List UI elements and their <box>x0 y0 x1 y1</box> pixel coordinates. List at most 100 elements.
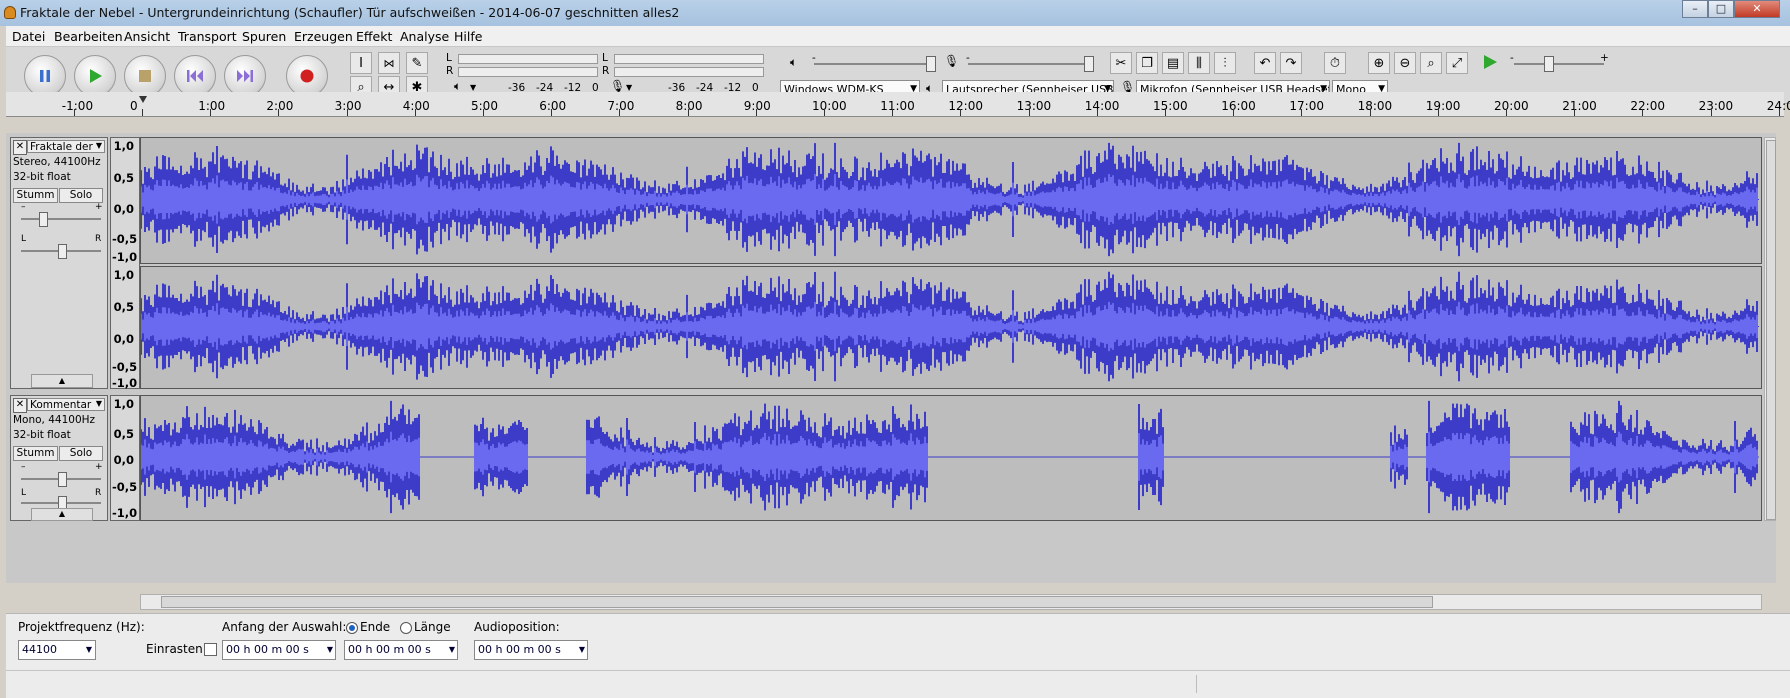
stop-button[interactable] <box>124 55 166 97</box>
timeline-tick-mark <box>687 109 689 116</box>
skip-start-button[interactable] <box>174 55 216 97</box>
menu-analyse[interactable]: Analyse <box>400 29 449 44</box>
waveform-right-channel[interactable] <box>140 266 1762 389</box>
menu-effekt[interactable]: Effekt <box>356 29 392 44</box>
zoom-out-icon: ⊖ <box>1399 55 1411 71</box>
undo-button[interactable]: ↶ <box>1254 52 1276 74</box>
project-rate-value: 44100 <box>22 643 57 656</box>
horizontal-scrollbar-thumb[interactable] <box>161 596 1433 608</box>
playback-meter-right[interactable] <box>458 67 598 77</box>
redo-button[interactable]: ↷ <box>1280 52 1302 74</box>
skip-start-icon <box>175 56 215 96</box>
track-format: Stereo, 44100Hz <box>13 156 101 168</box>
audio-position-time[interactable]: 00 h 00 m 00 s ▼ <box>474 640 588 660</box>
input-volume-thumb[interactable] <box>1084 56 1094 72</box>
speed-slider[interactable] <box>1514 63 1604 65</box>
timeline-tick-mark <box>824 109 825 116</box>
record-meter-left[interactable] <box>614 54 764 64</box>
selection-start-time[interactable]: 00 h 00 m 00 s ▼ <box>222 640 336 660</box>
horizontal-scrollbar[interactable] <box>140 594 1762 610</box>
waveform-mono[interactable] <box>140 395 1762 521</box>
menu-hilfe[interactable]: Hilfe <box>454 29 482 44</box>
mute-button[interactable]: Stumm <box>13 188 58 203</box>
playback-meter-menu[interactable]: ▼ <box>470 83 476 92</box>
copy-button[interactable]: ❐ <box>1136 52 1158 74</box>
output-volume-thumb[interactable] <box>926 56 936 72</box>
vertical-scrollbar-thumb[interactable] <box>1766 140 1776 520</box>
end-radio[interactable] <box>346 622 358 634</box>
timeline-tick-label: 21:00 <box>1562 99 1597 113</box>
pencil-icon: ✎ <box>411 55 423 71</box>
length-radio[interactable] <box>400 622 412 634</box>
axis-label: 1,0 <box>113 139 134 153</box>
selection-end-time[interactable]: 00 h 00 m 00 s ▼ <box>344 640 458 660</box>
vertical-ruler: 1,0 0,5 0,0 -0,5 -1,0 <box>110 395 140 521</box>
waveform-left-channel[interactable] <box>140 137 1762 264</box>
collapse-track-button[interactable]: ▲ <box>31 508 93 521</box>
timeline-tick-mark <box>619 109 621 116</box>
pause-button[interactable] <box>24 55 66 97</box>
menu-datei[interactable]: Datei <box>12 29 45 44</box>
speed-thumb[interactable] <box>1544 56 1554 72</box>
pan-right-label: R <box>95 488 102 498</box>
record-button[interactable] <box>286 55 328 97</box>
menu-erzeugen[interactable]: Erzeugen <box>294 29 353 44</box>
track-name-menu[interactable]: Kommentar ▼ <box>27 398 105 411</box>
mute-button[interactable]: Stumm <box>13 446 58 461</box>
sync-lock-button[interactable]: ⏱︎ <box>1324 52 1346 74</box>
trim-button[interactable]: ⫼ <box>1188 52 1210 74</box>
maximize-button[interactable]: □ <box>1708 0 1734 18</box>
chevron-down-icon: ▼ <box>95 141 102 150</box>
menu-transport[interactable]: Transport <box>178 29 237 44</box>
snap-checkbox[interactable] <box>204 643 217 656</box>
pan-left-label: L <box>21 488 27 498</box>
timeline-tick-label: 16:00 <box>1221 99 1256 113</box>
zoom-out-button[interactable]: ⊖ <box>1394 52 1416 74</box>
title-bar: Fraktale der Nebel - Untergrundeinrichtu… <box>0 0 1790 26</box>
axis-label: 0,5 <box>113 171 134 185</box>
vertical-scrollbar[interactable] <box>1764 137 1776 521</box>
track-close-button[interactable]: ✕ <box>13 140 27 155</box>
playhead-marker[interactable] <box>139 96 147 103</box>
close-button[interactable]: ✕ <box>1734 0 1780 18</box>
stop-icon <box>125 56 165 96</box>
track-control-panel[interactable]: ✕ Fraktale der ▼ Stereo, 44100Hz 32-bit … <box>10 137 108 389</box>
zoom-in-button[interactable]: ⊕ <box>1368 52 1390 74</box>
menu-ansicht[interactable]: Ansicht <box>124 29 170 44</box>
minimize-button[interactable]: – <box>1682 0 1708 18</box>
waveform-graphic <box>141 400 1759 514</box>
draw-tool[interactable]: ✎ <box>406 52 428 74</box>
track-name-menu[interactable]: Fraktale der ▼ <box>27 140 105 153</box>
silence-button[interactable]: ⫶ <box>1214 52 1236 74</box>
solo-button[interactable]: Solo <box>59 188 103 203</box>
record-meter-right[interactable] <box>614 67 764 77</box>
gain-thumb[interactable] <box>39 212 48 227</box>
menu-bearbeiten[interactable]: Bearbeiten <box>54 29 123 44</box>
selection-tool[interactable]: I <box>350 52 372 74</box>
menu-spuren[interactable]: Spuren <box>242 29 286 44</box>
track-control-panel[interactable]: ✕ Kommentar ▼ Mono, 44100Hz 32-bit float… <box>10 395 108 521</box>
gain-slider[interactable] <box>21 218 101 220</box>
pan-thumb[interactable] <box>58 244 67 259</box>
collapse-track-button[interactable]: ▲ <box>31 374 93 388</box>
cut-button[interactable]: ✂ <box>1110 52 1132 74</box>
track-close-button[interactable]: ✕ <box>13 398 27 413</box>
project-rate-select[interactable]: 44100 ▼ <box>18 640 96 660</box>
envelope-tool[interactable]: ⋈ <box>378 52 400 74</box>
playback-meter-left[interactable] <box>458 54 598 64</box>
fit-selection-button[interactable]: ⌕ <box>1420 52 1442 74</box>
output-volume-slider[interactable] <box>814 63 934 65</box>
gain-thumb[interactable] <box>58 472 67 487</box>
input-volume-slider[interactable] <box>968 63 1092 65</box>
status-bar <box>6 670 1790 698</box>
paste-button[interactable]: ▤ <box>1162 52 1184 74</box>
fit-project-button[interactable]: ⤢ <box>1446 52 1468 74</box>
timeline-ruler[interactable]: -1:00 0 1:00 2:00 3:00 4:00 5:00 6:00 7:00 8:00 9:… <box>6 92 1790 117</box>
play-button[interactable] <box>74 55 116 97</box>
timeline-tick-mark <box>1437 109 1439 116</box>
record-meter-menu[interactable]: ▼ <box>626 83 632 92</box>
timeline-tick-label: 19:00 <box>1425 99 1461 113</box>
play-at-speed-button[interactable] <box>1482 54 1498 73</box>
skip-end-button[interactable] <box>224 55 266 97</box>
solo-button[interactable]: Solo <box>59 446 103 461</box>
